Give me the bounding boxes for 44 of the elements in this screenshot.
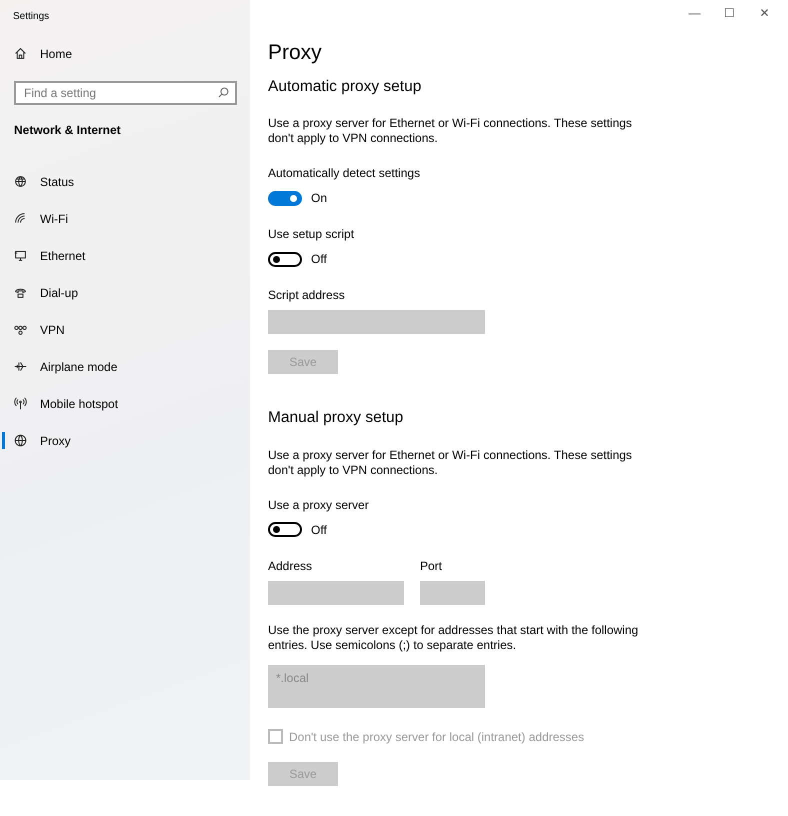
nav-item[interactable]: Wi-Fi: [0, 200, 250, 237]
nav-item[interactable]: Dial-up: [0, 274, 250, 311]
search-icon: [218, 87, 229, 98]
field-label: Address: [268, 558, 314, 575]
globe-icon: [14, 175, 27, 188]
toggle-state: Off: [311, 251, 327, 268]
toggle-switch[interactable]: [268, 190, 302, 206]
wifi-icon: [14, 212, 27, 225]
toggle-switch[interactable]: [268, 252, 302, 267]
minimize-button[interactable]: —: [677, 4, 712, 22]
nav-item[interactable]: Ethernet: [0, 237, 250, 274]
home-link[interactable]: Home: [0, 35, 250, 72]
nav-item[interactable]: Airplane mode: [0, 348, 250, 385]
globe-icon: [14, 434, 27, 447]
nav-item[interactable]: Mobile hotspot: [0, 385, 250, 422]
nav-item[interactable]: Status: [0, 163, 250, 200]
toggle-label: Use a proxy server: [268, 496, 369, 514]
maximize-button[interactable]: ☐: [712, 4, 747, 22]
section-heading: Network & Internet: [14, 122, 121, 139]
monitor-icon: [14, 249, 27, 262]
checkbox-label: Don't use the proxy server for local (intranet) addresses: [289, 728, 584, 746]
toggle-switch[interactable]: [268, 522, 302, 538]
phone-icon: [14, 286, 27, 299]
section-heading: Automatic proxy setup: [268, 77, 422, 98]
description-text: Use a proxy server for Ethernet or Wi-Fi connections. These settings don't apply to VPN connections.: [268, 116, 633, 146]
toggle-state: Off: [311, 522, 327, 539]
toggle-label: Use setup script: [268, 226, 354, 244]
airplane-icon: [14, 360, 27, 373]
home-icon: [14, 47, 27, 60]
description-text: Use a proxy server for Ethernet or Wi-Fi connections. These settings don't apply to VPN connections.: [268, 448, 633, 478]
section-heading: Manual proxy setup: [268, 408, 404, 428]
nav-item[interactable]: VPN: [0, 311, 250, 348]
toggle-state: On: [311, 190, 328, 208]
close-button[interactable]: ✕: [747, 4, 782, 22]
description-text: Use the proxy server except for addresses that start with the following entries. Use semicolons (;) to separate entries.: [268, 622, 640, 653]
field-label: Port: [420, 558, 444, 575]
hotspot-icon: [14, 397, 27, 410]
page-title: Proxy: [268, 40, 322, 66]
field-label: Script address: [268, 287, 345, 304]
nav-item[interactable]: Proxy: [0, 422, 250, 459]
toggle-label: Automatically detect settings: [268, 165, 420, 182]
vpn-icon: [14, 323, 27, 336]
search-field[interactable]: Find a setting: [14, 81, 237, 105]
window-title: Settings: [13, 10, 50, 24]
